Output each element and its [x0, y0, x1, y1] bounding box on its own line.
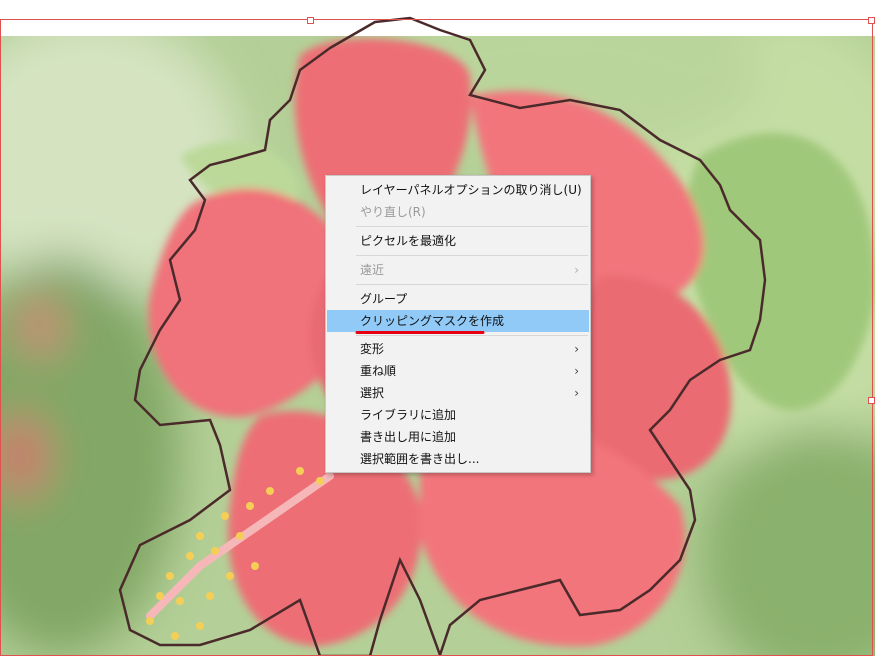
- menu-item-label: グループ: [360, 292, 408, 306]
- annotation-underline: [355, 331, 485, 334]
- menu-item-group[interactable]: グループ: [327, 288, 589, 310]
- menu-item-label: 書き出し用に追加: [360, 430, 457, 444]
- menu-item-perspective[interactable]: 遠近 ›: [327, 259, 589, 281]
- menu-separator: [356, 284, 588, 285]
- menu-item-label: 遠近: [360, 263, 385, 277]
- menu-item-undo-layer-panel-options[interactable]: レイヤーパネルオプションの取り消し(U): [327, 179, 589, 201]
- menu-item-add-to-library[interactable]: ライブラリに追加: [327, 404, 589, 426]
- menu-item-arrange[interactable]: 重ね順 ›: [327, 360, 589, 382]
- chevron-right-icon: ›: [574, 386, 579, 400]
- menu-item-label: 選択範囲を書き出し...: [360, 452, 480, 466]
- selection-handle-right[interactable]: [868, 397, 875, 404]
- menu-item-label: ピクセルを最適化: [360, 234, 457, 248]
- menu-item-label: クリッピングマスクを作成: [360, 314, 505, 328]
- menu-item-label: 変形: [360, 342, 385, 356]
- menu-item-export-selection[interactable]: 選択範囲を書き出し...: [327, 448, 589, 470]
- chevron-right-icon: ›: [574, 263, 579, 277]
- menu-item-label: やり直し(R): [360, 205, 426, 219]
- menu-item-redo[interactable]: やり直し(R): [327, 201, 589, 223]
- menu-item-make-clipping-mask[interactable]: クリッピングマスクを作成: [327, 310, 589, 332]
- menu-item-label: 重ね順: [360, 364, 397, 378]
- menu-separator: [356, 226, 588, 227]
- context-menu: レイヤーパネルオプションの取り消し(U) やり直し(R) ピクセルを最適化 遠近…: [325, 175, 591, 473]
- menu-separator: [356, 335, 588, 336]
- chevron-right-icon: ›: [574, 364, 579, 378]
- menu-item-select[interactable]: 選択 ›: [327, 382, 589, 404]
- menu-item-transform[interactable]: 変形 ›: [327, 338, 589, 360]
- menu-item-label: レイヤーパネルオプションの取り消し(U): [360, 183, 582, 197]
- selection-handle-top[interactable]: [307, 17, 314, 24]
- menu-item-label: 選択: [360, 386, 385, 400]
- selection-handle-top-right[interactable]: [868, 17, 875, 24]
- chevron-right-icon: ›: [574, 342, 579, 356]
- menu-item-label: ライブラリに追加: [360, 408, 457, 422]
- menu-item-optimize-pixels[interactable]: ピクセルを最適化: [327, 230, 589, 252]
- menu-separator: [356, 255, 588, 256]
- menu-item-add-to-export[interactable]: 書き出し用に追加: [327, 426, 589, 448]
